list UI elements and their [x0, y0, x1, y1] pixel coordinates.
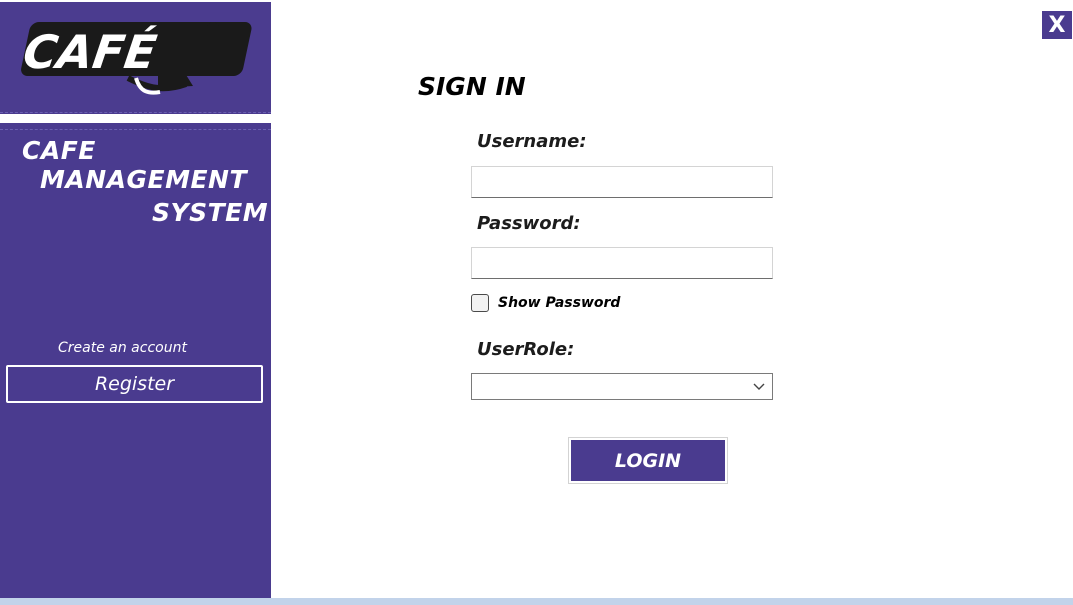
password-label: Password:: [477, 213, 581, 234]
username-input[interactable]: [471, 166, 773, 198]
sidebar-divider: [0, 114, 271, 123]
user-role-label: UserRole:: [477, 339, 575, 360]
app-title-line-1: CAFE: [22, 136, 96, 165]
user-role-select[interactable]: [471, 373, 773, 400]
create-account-label: Create an account: [58, 340, 187, 356]
bottom-bar: [0, 598, 1073, 605]
logo-text: CAFÉ: [20, 25, 160, 79]
cafe-logo-graphic: CAFÉ: [20, 22, 252, 95]
close-button[interactable]: X: [1042, 11, 1072, 39]
sidebar: CAFÉ CAFE MANAGEMENT SYSTEM Create an ac…: [0, 2, 271, 598]
chevron-down-icon: [753, 383, 765, 390]
show-password-label: Show Password: [498, 295, 621, 311]
password-input[interactable]: [471, 247, 773, 279]
app-title-line-3: SYSTEM: [152, 198, 269, 227]
login-button[interactable]: LOGIN: [571, 440, 725, 481]
sidebar-dash-divider: [0, 129, 271, 130]
register-button[interactable]: Register: [6, 365, 263, 403]
show-password-checkbox[interactable]: [471, 294, 489, 312]
app-title-line-2: MANAGEMENT: [40, 165, 248, 194]
logo-panel: CAFÉ: [0, 2, 271, 113]
username-label: Username:: [477, 131, 587, 152]
sign-in-heading: SIGN IN: [418, 72, 526, 101]
